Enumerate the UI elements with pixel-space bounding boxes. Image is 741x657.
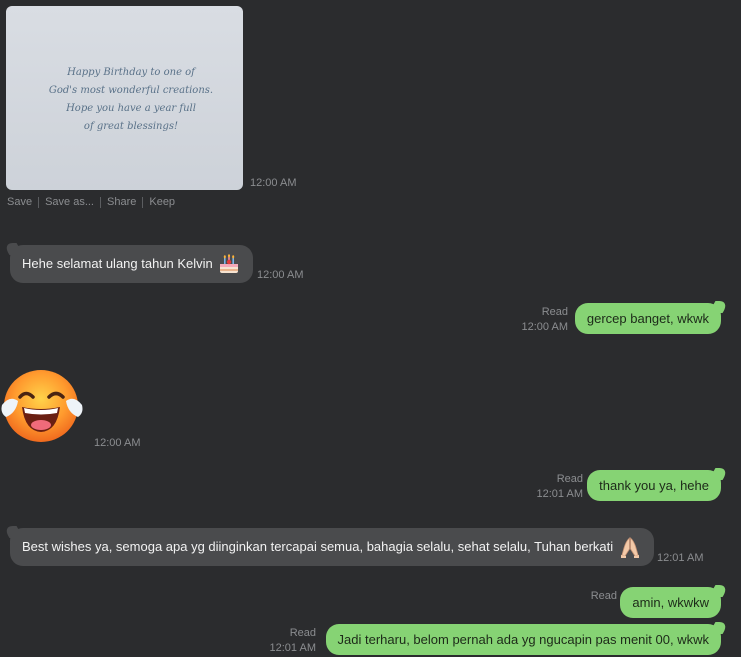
- read-status: Read: [591, 589, 617, 604]
- birthday-cake-icon: [219, 254, 238, 273]
- read-status: Read 12:01 AM: [537, 472, 583, 502]
- keep-button[interactable]: Keep: [149, 196, 175, 208]
- outgoing-message[interactable]: amin, wkwkw: [620, 585, 730, 618]
- message-text: thank you ya, hehe: [599, 477, 709, 493]
- divider: [142, 196, 144, 208]
- save-button[interactable]: Save: [7, 196, 32, 208]
- message-text: gercep banget, wkwk: [586, 310, 709, 326]
- image-actions: Save Save as... Share Keep: [7, 196, 175, 208]
- divider: [38, 196, 40, 208]
- read-label: Read: [590, 590, 617, 602]
- bubble-tail: [708, 468, 730, 480]
- message-time: 12:01 AM: [657, 552, 704, 564]
- card-line: Hope you have a year full: [66, 103, 196, 114]
- message-time: 12:00 AM: [94, 437, 141, 449]
- message-time: 12:01 AM: [536, 488, 583, 500]
- message-text: Jadi terharu, belom pernah ada yg ngucap…: [337, 631, 709, 647]
- bubble-tail: [2, 243, 24, 255]
- birthday-card-image[interactable]: Happy Birthday to one of God's most wond…: [6, 6, 243, 190]
- message-text: amin, wkwkw: [632, 594, 709, 610]
- incoming-message[interactable]: Hehe selamat ulang tahun Kelvin: [2, 243, 253, 283]
- bubble-tail: [708, 301, 730, 313]
- message-text: Hehe selamat ulang tahun Kelvin: [22, 256, 213, 271]
- save-as-button[interactable]: Save as...: [45, 196, 94, 208]
- card-text: Happy Birthday to one of God's most wond…: [46, 64, 216, 136]
- message-text: Best wishes ya, semoga apa yg diinginkan…: [22, 539, 614, 554]
- read-label: Read: [289, 627, 316, 639]
- outgoing-message[interactable]: Jadi terharu, belom pernah ada yg ngucap…: [325, 622, 730, 655]
- praying-hands-icon: [621, 537, 640, 558]
- message-time: 12:00 AM: [250, 177, 297, 189]
- message-time: 12:01 AM: [269, 642, 316, 654]
- share-button[interactable]: Share: [107, 196, 136, 208]
- bubble-tail: [708, 585, 730, 597]
- tears-of-joy-icon[interactable]: [0, 367, 84, 445]
- bubble-tail: [2, 526, 24, 538]
- bubble-tail: [708, 622, 730, 634]
- card-line: Happy Birthday to one of: [67, 67, 195, 78]
- outgoing-message[interactable]: thank you ya, hehe: [587, 468, 730, 501]
- card-line: of great blessings!: [83, 121, 179, 132]
- read-status: Read 12:01 AM: [270, 626, 316, 656]
- read-status: Read 12:00 AM: [522, 305, 568, 335]
- message-time: 12:00 AM: [521, 321, 568, 333]
- outgoing-message[interactable]: gercep banget, wkwk: [574, 301, 730, 334]
- incoming-message[interactable]: Best wishes ya, semoga apa yg diinginkan…: [2, 526, 655, 566]
- message-time: 12:00 AM: [257, 269, 304, 281]
- card-line: God's most wonderful creations.: [48, 85, 214, 96]
- read-label: Read: [541, 306, 568, 318]
- read-label: Read: [556, 473, 583, 485]
- divider: [100, 196, 101, 208]
